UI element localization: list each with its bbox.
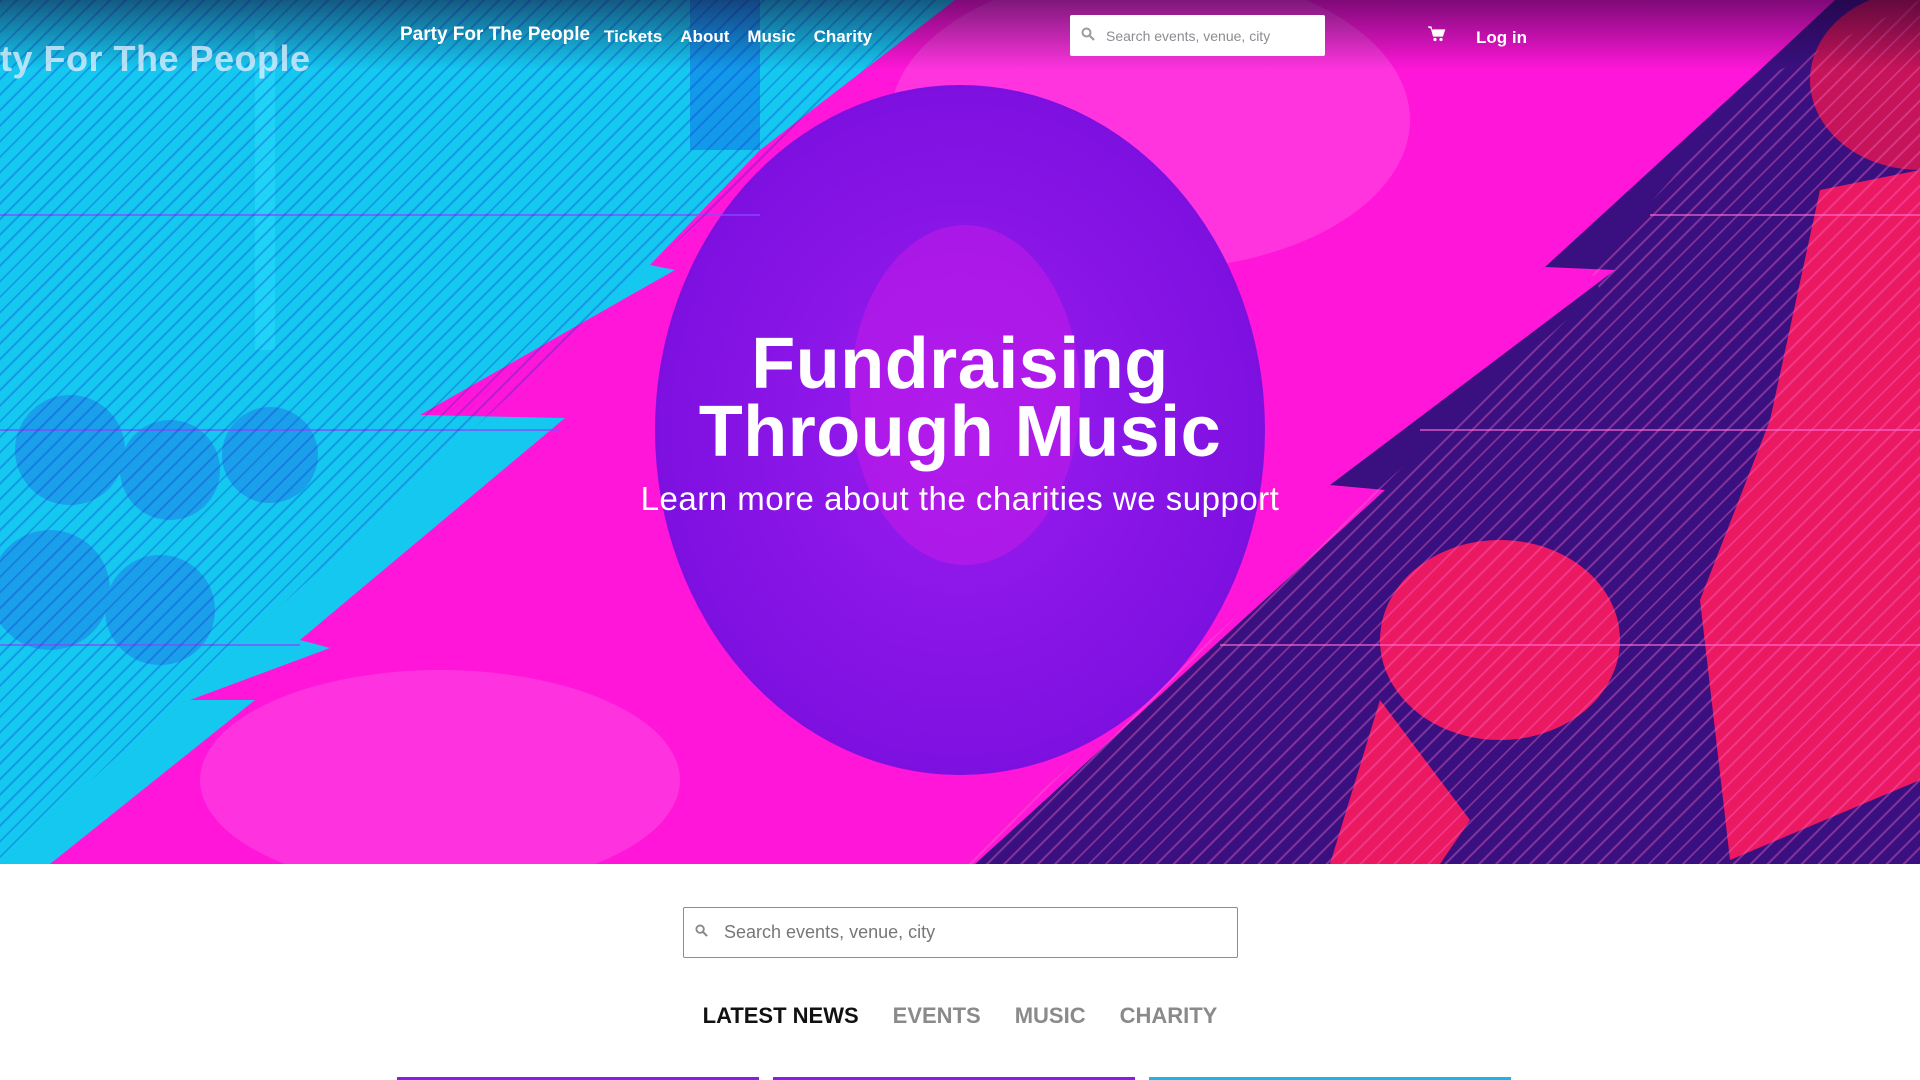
- search-icon: [684, 924, 718, 941]
- tab-events[interactable]: EVENTS: [893, 1003, 981, 1029]
- tab-music[interactable]: MUSIC: [1015, 1003, 1086, 1029]
- search-icon: [1070, 27, 1106, 44]
- nav-link-about[interactable]: About: [680, 27, 729, 47]
- header-search-box[interactable]: [1070, 15, 1325, 56]
- hero-subtitle[interactable]: Learn more about the charities we suppor…: [0, 480, 1920, 518]
- shopping-cart-icon[interactable]: [1428, 26, 1446, 47]
- tab-latest-news[interactable]: LATEST NEWS: [703, 1003, 859, 1029]
- hero-banner: ty For The People Fundraising Through Mu…: [0, 0, 1920, 864]
- nav-links: Tickets About Music Charity: [604, 27, 872, 47]
- login-link[interactable]: Log in: [1476, 28, 1527, 48]
- header-search-input[interactable]: [1106, 27, 1316, 44]
- tab-charity[interactable]: CHARITY: [1120, 1003, 1218, 1029]
- hero-title-line-1: Fundraising: [751, 324, 1169, 404]
- content-tabs: LATEST NEWS EVENTS MUSIC CHARITY: [0, 1003, 1920, 1029]
- hero-title-line-2: Through Music: [698, 392, 1222, 472]
- top-navigation: Party For The People Tickets About Music…: [0, 0, 1920, 70]
- brand-link[interactable]: Party For The People: [400, 24, 590, 46]
- nav-link-charity[interactable]: Charity: [814, 27, 873, 47]
- main-search-input[interactable]: [718, 922, 1218, 943]
- hero-title: Fundraising Through Music: [0, 324, 1920, 472]
- nav-link-music[interactable]: Music: [747, 27, 795, 47]
- hero-text: Fundraising Through Music Learn more abo…: [0, 324, 1920, 518]
- nav-link-tickets[interactable]: Tickets: [604, 27, 662, 47]
- main-search-box[interactable]: [683, 907, 1238, 958]
